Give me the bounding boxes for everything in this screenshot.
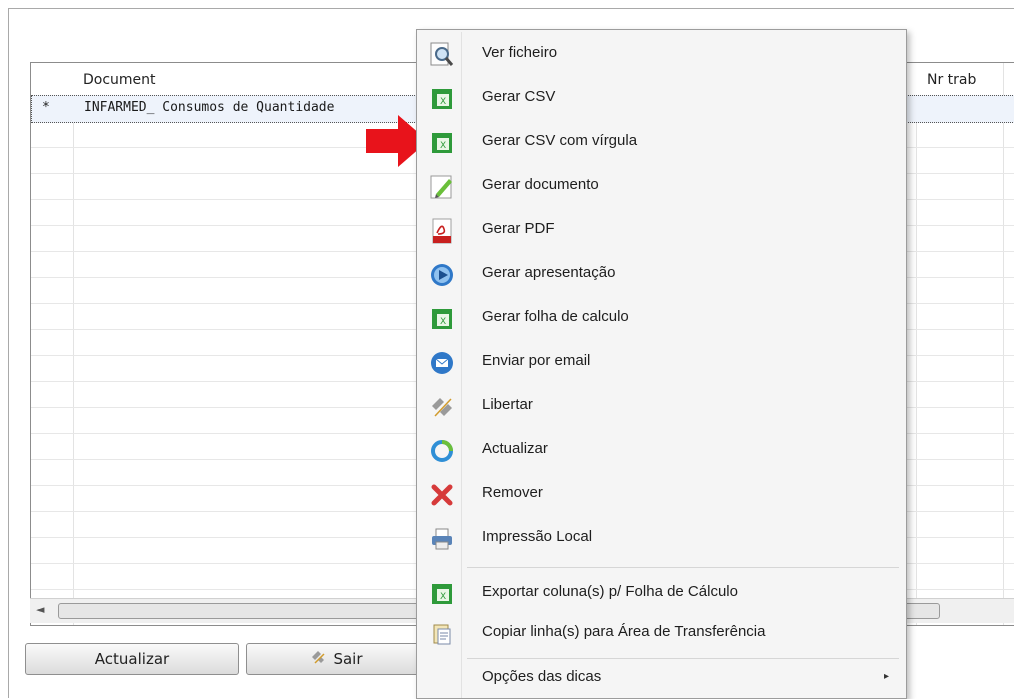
menu-item-gerar-csv-virgula[interactable]: X Gerar CSV com vírgula bbox=[419, 122, 903, 162]
unlink-icon bbox=[309, 648, 327, 670]
menu-item-opcoes-dicas[interactable]: Opções das dicas ▸ bbox=[419, 658, 903, 698]
menu-item-gerar-pdf[interactable]: Gerar PDF bbox=[419, 210, 903, 250]
menu-item-label: Exportar coluna(s) p/ Folha de Cálculo bbox=[482, 583, 738, 600]
menu-item-gerar-folha-calculo[interactable]: X Gerar folha de calculo bbox=[419, 298, 903, 338]
menu-item-label: Gerar apresentação bbox=[482, 264, 616, 281]
email-icon bbox=[429, 350, 455, 376]
menu-item-label: Enviar por email bbox=[482, 352, 591, 369]
menu-item-actualizar[interactable]: Actualizar bbox=[419, 430, 903, 470]
menu-item-label: Gerar CSV bbox=[482, 88, 556, 105]
menu-item-label: Libertar bbox=[482, 396, 533, 413]
menu-item-enviar-email[interactable]: Enviar por email bbox=[419, 342, 903, 382]
menu-item-label: Copiar linha(s) para Área de Transferênc… bbox=[482, 623, 766, 640]
menu-item-label: Gerar PDF bbox=[482, 220, 555, 237]
magnifier-icon bbox=[429, 42, 455, 68]
unlink-icon bbox=[429, 394, 455, 420]
menu-item-exportar-colunas[interactable]: X Exportar coluna(s) p/ Folha de Cálculo bbox=[419, 573, 903, 613]
actualizar-button[interactable]: Actualizar bbox=[25, 643, 239, 675]
printer-icon bbox=[429, 526, 455, 552]
menu-item-gerar-csv[interactable]: X Gerar CSV bbox=[419, 78, 903, 118]
submenu-arrow-icon: ▸ bbox=[883, 671, 889, 682]
actualizar-button-label: Actualizar bbox=[94, 650, 170, 668]
remove-icon bbox=[429, 482, 455, 508]
menu-item-ver-ficheiro[interactable]: Ver ficheiro bbox=[419, 34, 903, 74]
play-icon bbox=[429, 262, 455, 288]
spreadsheet-icon: X bbox=[429, 130, 455, 156]
menu-item-label: Impressão Local bbox=[482, 528, 593, 545]
menu-item-label: Ver ficheiro bbox=[482, 44, 558, 61]
column-header-document[interactable]: Document bbox=[83, 72, 156, 88]
menu-item-label: Gerar folha de calculo bbox=[482, 308, 629, 325]
menu-item-libertar[interactable]: Libertar bbox=[419, 386, 903, 426]
sair-button[interactable]: Sair bbox=[246, 643, 426, 675]
document-cell: INFARMED_ Consumos de Quantidade bbox=[84, 100, 335, 115]
spreadsheet-icon: X bbox=[429, 306, 455, 332]
svg-text:X: X bbox=[440, 592, 446, 602]
sair-button-label: Sair bbox=[333, 650, 363, 668]
pdf-icon bbox=[429, 218, 455, 244]
menu-item-label: Remover bbox=[482, 484, 543, 501]
scroll-left-icon[interactable]: ◄ bbox=[36, 603, 44, 616]
menu-item-label: Gerar documento bbox=[482, 176, 599, 193]
menu-item-copiar-linhas[interactable]: Copiar linha(s) para Área de Transferênc… bbox=[419, 613, 903, 653]
spreadsheet-icon: X bbox=[429, 581, 455, 607]
menu-item-impressao-local[interactable]: Impressão Local bbox=[419, 518, 903, 558]
menu-item-label: Opções das dicas bbox=[482, 668, 602, 685]
row-marker: * bbox=[42, 100, 50, 115]
menu-item-remover[interactable]: Remover bbox=[419, 474, 903, 514]
svg-text:X: X bbox=[440, 141, 446, 151]
menu-item-gerar-documento[interactable]: Gerar documento bbox=[419, 166, 903, 206]
column-header-nr-trab[interactable]: Nr trab bbox=[927, 72, 976, 88]
svg-text:X: X bbox=[440, 97, 446, 107]
menu-separator bbox=[467, 567, 899, 568]
context-menu: Ver ficheiro X Gerar CSV X Gerar CSV com… bbox=[416, 29, 907, 699]
menu-item-gerar-apresentacao[interactable]: Gerar apresentação bbox=[419, 254, 903, 294]
clipboard-icon bbox=[429, 621, 455, 647]
menu-item-label: Gerar CSV com vírgula bbox=[482, 132, 638, 149]
svg-text:X: X bbox=[440, 317, 446, 327]
refresh-icon bbox=[429, 438, 455, 464]
menu-item-label: Actualizar bbox=[482, 440, 548, 457]
spreadsheet-icon: X bbox=[429, 86, 455, 112]
pencil-icon bbox=[429, 174, 455, 200]
